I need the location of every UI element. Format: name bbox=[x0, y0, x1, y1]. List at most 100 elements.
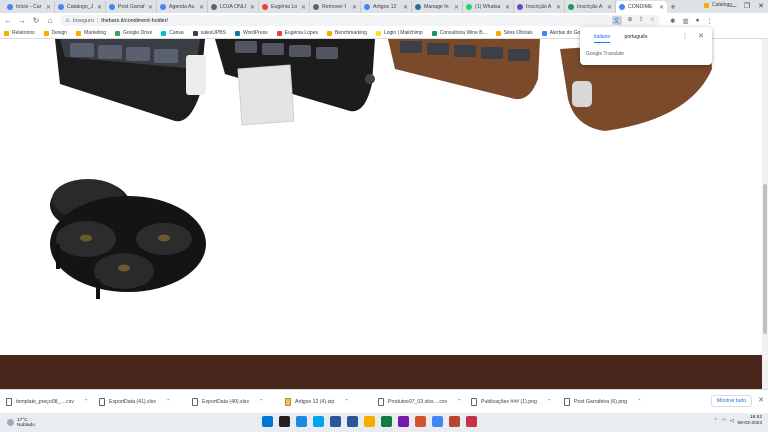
taskbar-app-icon[interactable] bbox=[330, 416, 341, 427]
browser-tab[interactable]: Eugénia Lo ✕ bbox=[259, 1, 310, 13]
tab-close-icon[interactable]: ✕ bbox=[454, 4, 459, 11]
bookmark-item[interactable]: Eugénia Lopes bbox=[276, 30, 318, 36]
bookmark-item[interactable]: salesUPBS bbox=[192, 30, 226, 36]
extensions-icon[interactable]: ✱ bbox=[670, 17, 675, 25]
back-icon[interactable]: ← bbox=[4, 16, 12, 25]
product-image-1[interactable] bbox=[55, 39, 206, 122]
bookmark-catalogo[interactable]: Catalogo bbox=[703, 2, 732, 8]
close-window-icon[interactable]: ✕ bbox=[754, 0, 768, 12]
bookmark-item[interactable]: Consultoria Wine B... bbox=[431, 30, 487, 36]
download-item[interactable]: Publicações ### (1).png ⌃ bbox=[471, 397, 564, 406]
chevron-up-icon[interactable]: ⌃ bbox=[84, 399, 89, 405]
bookmark-item[interactable]: Google Drive bbox=[115, 30, 152, 36]
translate-icon[interactable]: 文 bbox=[611, 16, 622, 25]
close-icon[interactable]: ✕ bbox=[698, 32, 704, 40]
reload-icon[interactable]: ↻ bbox=[32, 16, 40, 25]
taskbar-app-icon[interactable] bbox=[364, 416, 375, 427]
maximize-icon[interactable]: ❐ bbox=[740, 0, 754, 12]
browser-tab[interactable]: Inscrição A ✕ bbox=[565, 1, 616, 13]
show-all-button[interactable]: Mostrar tudo bbox=[710, 395, 752, 407]
bookmark-item[interactable]: Canva bbox=[161, 30, 184, 36]
bookmark-item[interactable]: WordPress bbox=[234, 30, 268, 36]
browser-tab[interactable]: Artigos 12 ✕ bbox=[361, 1, 412, 13]
bookmark-star-icon[interactable]: ☆ bbox=[650, 16, 655, 25]
browser-tab[interactable]: Início - Car ✕ bbox=[4, 1, 55, 13]
more-options-icon[interactable]: ⋮ bbox=[682, 33, 688, 40]
browser-tab[interactable]: Catalogo_J ✕ bbox=[55, 1, 106, 13]
tab-close-icon[interactable]: ✕ bbox=[97, 4, 102, 11]
taskbar-app-icon[interactable] bbox=[296, 416, 307, 427]
chevron-up-icon[interactable]: ⌃ bbox=[344, 399, 349, 405]
download-item[interactable]: ExportData (40).xlsx ⌃ bbox=[192, 397, 285, 406]
bookmark-item[interactable]: Relatorios bbox=[4, 30, 35, 36]
chevron-up-icon[interactable]: ⌃ bbox=[166, 399, 171, 405]
tab-close-icon[interactable]: ✕ bbox=[505, 4, 510, 11]
zoom-icon[interactable]: ⊕ bbox=[628, 16, 633, 25]
chevron-up-icon[interactable]: ⌃ bbox=[637, 399, 642, 405]
tab-close-icon[interactable]: ✕ bbox=[607, 4, 612, 11]
product-image-3[interactable] bbox=[388, 39, 540, 100]
tab-close-icon[interactable]: ✕ bbox=[556, 4, 561, 11]
tab-close-icon[interactable]: ✕ bbox=[46, 4, 51, 11]
taskbar-app-icon[interactable] bbox=[415, 416, 426, 427]
wifi-icon[interactable]: ◠ bbox=[722, 419, 726, 424]
chevron-up-icon[interactable]: ⌃ bbox=[714, 419, 718, 424]
bookmark-item[interactable]: Design bbox=[43, 30, 67, 36]
browser-tab[interactable]: Manage In ✕ bbox=[412, 1, 463, 13]
forward-icon[interactable]: → bbox=[18, 16, 26, 25]
weather-widget[interactable]: 17°C Nublado bbox=[0, 418, 35, 428]
close-shelf-icon[interactable]: ✕ bbox=[758, 396, 764, 404]
translate-target-tab[interactable]: português bbox=[624, 34, 647, 43]
tab-close-icon[interactable]: ✕ bbox=[659, 4, 664, 11]
scrollbar-thumb[interactable] bbox=[763, 184, 767, 334]
taskbar-app-icon[interactable] bbox=[466, 416, 477, 427]
download-item[interactable]: template_preço08_....csv ⌃ bbox=[6, 397, 99, 406]
bookmark-item[interactable]: Sites Oficiais bbox=[495, 30, 533, 36]
taskbar-app-icon[interactable] bbox=[381, 416, 392, 427]
volume-icon[interactable]: ◁ bbox=[730, 419, 734, 424]
browser-tab[interactable]: Agenda Au ✕ bbox=[157, 1, 208, 13]
menu-icon[interactable]: ⋮ bbox=[707, 17, 714, 25]
tab-close-icon[interactable]: ✕ bbox=[301, 4, 306, 11]
chevron-up-icon[interactable]: ⌃ bbox=[547, 399, 552, 405]
clock[interactable]: 16:52 08-03-2023 bbox=[737, 415, 762, 427]
new-tab-button[interactable]: + bbox=[667, 1, 679, 13]
address-bar[interactable]: ⚠ Inseguro | thebars.it/condiment-holder… bbox=[60, 15, 660, 26]
download-item[interactable]: Post Garrafeira (6).png ⌃ bbox=[564, 397, 657, 406]
browser-tab[interactable]: Post Garraf ✕ bbox=[106, 1, 157, 13]
download-item[interactable]: ExportData (41).xlsx ⌃ bbox=[99, 397, 192, 406]
download-item[interactable]: Artigos 12 (4).zip ⌃ bbox=[285, 397, 378, 406]
product-image-5[interactable] bbox=[50, 179, 206, 299]
home-icon[interactable]: ⌂ bbox=[46, 16, 54, 25]
product-image-2[interactable] bbox=[215, 39, 375, 126]
sidepanel-icon[interactable]: ▥ bbox=[682, 17, 688, 25]
taskbar-app-icon[interactable] bbox=[449, 416, 460, 427]
browser-tab[interactable]: Inscrição A ✕ bbox=[514, 1, 565, 13]
share-icon[interactable]: ⇪ bbox=[639, 16, 644, 25]
tab-close-icon[interactable]: ✕ bbox=[352, 4, 357, 11]
tab-close-icon[interactable]: ✕ bbox=[148, 4, 153, 11]
browser-tab[interactable]: (1) Whatsa ✕ bbox=[463, 1, 514, 13]
tab-close-icon[interactable]: ✕ bbox=[403, 4, 408, 11]
tab-close-icon[interactable]: ✕ bbox=[199, 4, 204, 11]
browser-tab[interactable]: LOJA ONLI ✕ bbox=[208, 1, 259, 13]
taskbar-app-icon[interactable] bbox=[398, 416, 409, 427]
chevron-up-icon[interactable]: ⌃ bbox=[457, 399, 462, 405]
bookmark-item[interactable]: Marketing bbox=[76, 30, 106, 36]
bookmark-item[interactable]: Login | Mailchimp bbox=[375, 30, 423, 36]
taskbar-app-icon[interactable] bbox=[432, 416, 443, 427]
browser-tab[interactable]: Remover f ✕ bbox=[310, 1, 361, 13]
tab-close-icon[interactable]: ✕ bbox=[250, 4, 255, 11]
url-text[interactable]: thebars.it/condiment-holder/ bbox=[101, 18, 168, 24]
download-item[interactable]: Produtos07_03.xlsx....csv ⌃ bbox=[378, 397, 471, 406]
bookmark-item[interactable]: Benchmarking bbox=[327, 30, 367, 36]
taskbar-app-icon[interactable] bbox=[347, 416, 358, 427]
taskbar-app-icon[interactable] bbox=[279, 416, 290, 427]
page-scrollbar[interactable] bbox=[762, 39, 768, 389]
warning-icon[interactable]: ⚠ bbox=[65, 18, 70, 24]
profile-icon[interactable]: ● bbox=[696, 17, 700, 25]
browser-tab[interactable]: CONDIME ✕ bbox=[616, 1, 667, 13]
translate-source-tab[interactable]: italiano bbox=[594, 34, 611, 43]
taskbar-app-icon[interactable] bbox=[262, 416, 273, 427]
chevron-up-icon[interactable]: ⌃ bbox=[259, 399, 264, 405]
